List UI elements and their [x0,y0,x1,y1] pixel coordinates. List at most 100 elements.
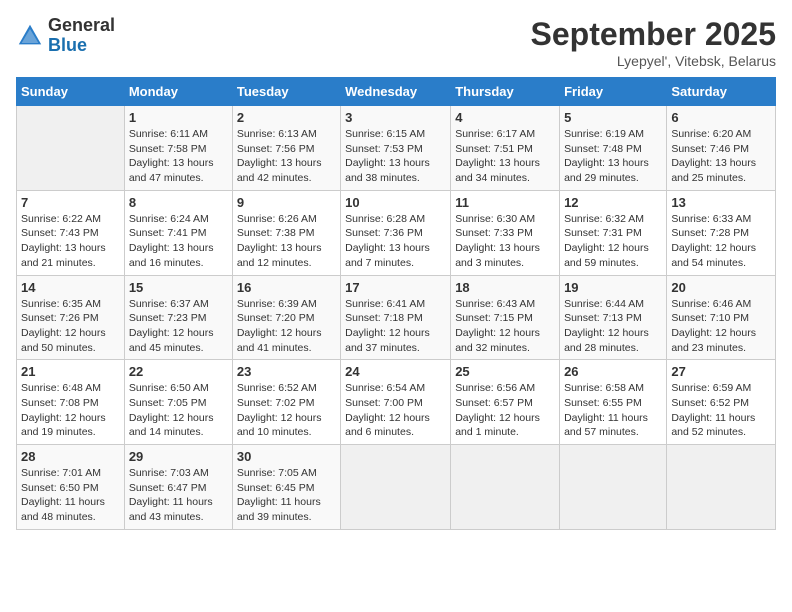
day-number: 4 [455,110,555,125]
logo-icon [16,22,44,50]
day-number: 3 [345,110,446,125]
logo-general-text: General [48,16,115,36]
day-info: Sunrise: 6:24 AM Sunset: 7:41 PM Dayligh… [129,212,228,271]
day-info: Sunrise: 6:17 AM Sunset: 7:51 PM Dayligh… [455,127,555,186]
logo-blue-text: Blue [48,36,115,56]
day-number: 2 [237,110,336,125]
logo-text: General Blue [48,16,115,56]
day-number: 8 [129,195,228,210]
calendar-week-row: 14 Sunrise: 6:35 AM Sunset: 7:26 PM Dayli… [17,275,776,360]
day-info: Sunrise: 6:30 AM Sunset: 7:33 PM Dayligh… [455,212,555,271]
calendar-cell [560,445,667,530]
day-number: 25 [455,364,555,379]
header-day-friday: Friday [560,78,667,106]
day-info: Sunrise: 6:48 AM Sunset: 7:08 PM Dayligh… [21,381,120,440]
page-header: General Blue September 2025 Lyepyel', Vi… [16,16,776,69]
day-info: Sunrise: 6:28 AM Sunset: 7:36 PM Dayligh… [345,212,446,271]
day-number: 9 [237,195,336,210]
calendar-cell: 29Sunrise: 7:03 AM Sunset: 6:47 PM Dayli… [124,445,232,530]
header-day-tuesday: Tuesday [232,78,340,106]
day-number: 1 [129,110,228,125]
header-day-saturday: Saturday [667,78,776,106]
day-number: 17 [345,280,446,295]
calendar-cell: 5Sunrise: 6:19 AM Sunset: 7:48 PM Daylig… [560,106,667,191]
day-number: 26 [564,364,662,379]
month-year-title: September 2025 [531,16,776,53]
day-info: Sunrise: 6:54 AM Sunset: 7:00 PM Dayligh… [345,381,446,440]
day-info: Sunrise: 6:39 AM Sunset: 7:20 PM Dayligh… [237,297,336,356]
calendar-cell: 4 Sunrise: 6:17 AM Sunset: 7:51 PM Daylig… [451,106,560,191]
calendar-cell: 13 Sunrise: 6:33 AM Sunset: 7:28 PM Dayli… [667,190,776,275]
day-info: Sunrise: 7:01 AM Sunset: 6:50 PM Dayligh… [21,466,120,525]
header-day-sunday: Sunday [17,78,125,106]
calendar-cell: 11 Sunrise: 6:30 AM Sunset: 7:33 PM Dayli… [451,190,560,275]
calendar-table: SundayMondayTuesdayWednesdayThursdayFrid… [16,77,776,530]
day-info: Sunrise: 6:13 AM Sunset: 7:56 PM Dayligh… [237,127,336,186]
title-block: September 2025 Lyepyel', Vitebsk, Belaru… [531,16,776,69]
calendar-cell: 24 Sunrise: 6:54 AM Sunset: 7:00 PM Dayli… [341,360,451,445]
calendar-cell: 30Sunrise: 7:05 AM Sunset: 6:45 PM Dayli… [232,445,340,530]
day-info: Sunrise: 6:11 AM Sunset: 7:58 PM Dayligh… [129,127,228,186]
calendar-cell: 2 Sunrise: 6:13 AM Sunset: 7:56 PM Daylig… [232,106,340,191]
calendar-cell [17,106,125,191]
day-number: 28 [21,449,120,464]
header-day-thursday: Thursday [451,78,560,106]
day-number: 14 [21,280,120,295]
day-info: Sunrise: 6:22 AM Sunset: 7:43 PM Dayligh… [21,212,120,271]
calendar-cell [451,445,560,530]
calendar-cell: 9 Sunrise: 6:26 AM Sunset: 7:38 PM Daylig… [232,190,340,275]
calendar-cell [667,445,776,530]
day-number: 15 [129,280,228,295]
day-info: Sunrise: 6:33 AM Sunset: 7:28 PM Dayligh… [671,212,771,271]
day-info: Sunrise: 6:56 AM Sunset: 6:57 PM Dayligh… [455,381,555,440]
header-row: SundayMondayTuesdayWednesdayThursdayFrid… [17,78,776,106]
day-number: 13 [671,195,771,210]
calendar-cell: 1 Sunrise: 6:11 AM Sunset: 7:58 PM Daylig… [124,106,232,191]
day-number: 24 [345,364,446,379]
day-number: 10 [345,195,446,210]
calendar-cell: 15 Sunrise: 6:37 AM Sunset: 7:23 PM Dayli… [124,275,232,360]
calendar-cell: 27Sunrise: 6:59 AM Sunset: 6:52 PM Dayli… [667,360,776,445]
day-info: Sunrise: 6:43 AM Sunset: 7:15 PM Dayligh… [455,297,555,356]
calendar-cell: 8 Sunrise: 6:24 AM Sunset: 7:41 PM Daylig… [124,190,232,275]
day-number: 27 [671,364,771,379]
calendar-body: 1 Sunrise: 6:11 AM Sunset: 7:58 PM Daylig… [17,106,776,530]
day-info: Sunrise: 6:58 AM Sunset: 6:55 PM Dayligh… [564,381,662,440]
calendar-cell: 26 Sunrise: 6:58 AM Sunset: 6:55 PM Dayli… [560,360,667,445]
day-info: Sunrise: 6:35 AM Sunset: 7:26 PM Dayligh… [21,297,120,356]
day-number: 30 [237,449,336,464]
day-info: Sunrise: 7:03 AM Sunset: 6:47 PM Dayligh… [129,466,228,525]
day-info: Sunrise: 6:50 AM Sunset: 7:05 PM Dayligh… [129,381,228,440]
calendar-cell [341,445,451,530]
day-number: 16 [237,280,336,295]
calendar-week-row: 7 Sunrise: 6:22 AM Sunset: 7:43 PM Daylig… [17,190,776,275]
day-number: 7 [21,195,120,210]
calendar-cell: 10 Sunrise: 6:28 AM Sunset: 7:36 PM Dayli… [341,190,451,275]
day-number: 18 [455,280,555,295]
day-info: Sunrise: 6:19 AM Sunset: 7:48 PM Dayligh… [564,127,662,186]
day-number: 19 [564,280,662,295]
day-number: 22 [129,364,228,379]
day-info: Sunrise: 6:15 AM Sunset: 7:53 PM Dayligh… [345,127,446,186]
calendar-cell: 17 Sunrise: 6:41 AM Sunset: 7:18 PM Dayli… [341,275,451,360]
calendar-cell: 3 Sunrise: 6:15 AM Sunset: 7:53 PM Daylig… [341,106,451,191]
calendar-cell: 14 Sunrise: 6:35 AM Sunset: 7:26 PM Dayli… [17,275,125,360]
day-info: Sunrise: 6:41 AM Sunset: 7:18 PM Dayligh… [345,297,446,356]
day-info: Sunrise: 6:44 AM Sunset: 7:13 PM Dayligh… [564,297,662,356]
calendar-cell: 28 Sunrise: 7:01 AM Sunset: 6:50 PM Dayli… [17,445,125,530]
day-info: Sunrise: 6:26 AM Sunset: 7:38 PM Dayligh… [237,212,336,271]
day-info: Sunrise: 6:20 AM Sunset: 7:46 PM Dayligh… [671,127,771,186]
calendar-week-row: 21Sunrise: 6:48 AM Sunset: 7:08 PM Dayli… [17,360,776,445]
location-subtitle: Lyepyel', Vitebsk, Belarus [531,53,776,69]
header-day-monday: Monday [124,78,232,106]
day-number: 6 [671,110,771,125]
calendar-cell: 16 Sunrise: 6:39 AM Sunset: 7:20 PM Dayli… [232,275,340,360]
calendar-cell: 18 Sunrise: 6:43 AM Sunset: 7:15 PM Dayli… [451,275,560,360]
header-day-wednesday: Wednesday [341,78,451,106]
calendar-week-row: 28 Sunrise: 7:01 AM Sunset: 6:50 PM Dayli… [17,445,776,530]
calendar-cell: 25 Sunrise: 6:56 AM Sunset: 6:57 PM Dayli… [451,360,560,445]
day-info: Sunrise: 6:32 AM Sunset: 7:31 PM Dayligh… [564,212,662,271]
day-info: Sunrise: 6:37 AM Sunset: 7:23 PM Dayligh… [129,297,228,356]
calendar-cell: 21Sunrise: 6:48 AM Sunset: 7:08 PM Dayli… [17,360,125,445]
day-number: 11 [455,195,555,210]
